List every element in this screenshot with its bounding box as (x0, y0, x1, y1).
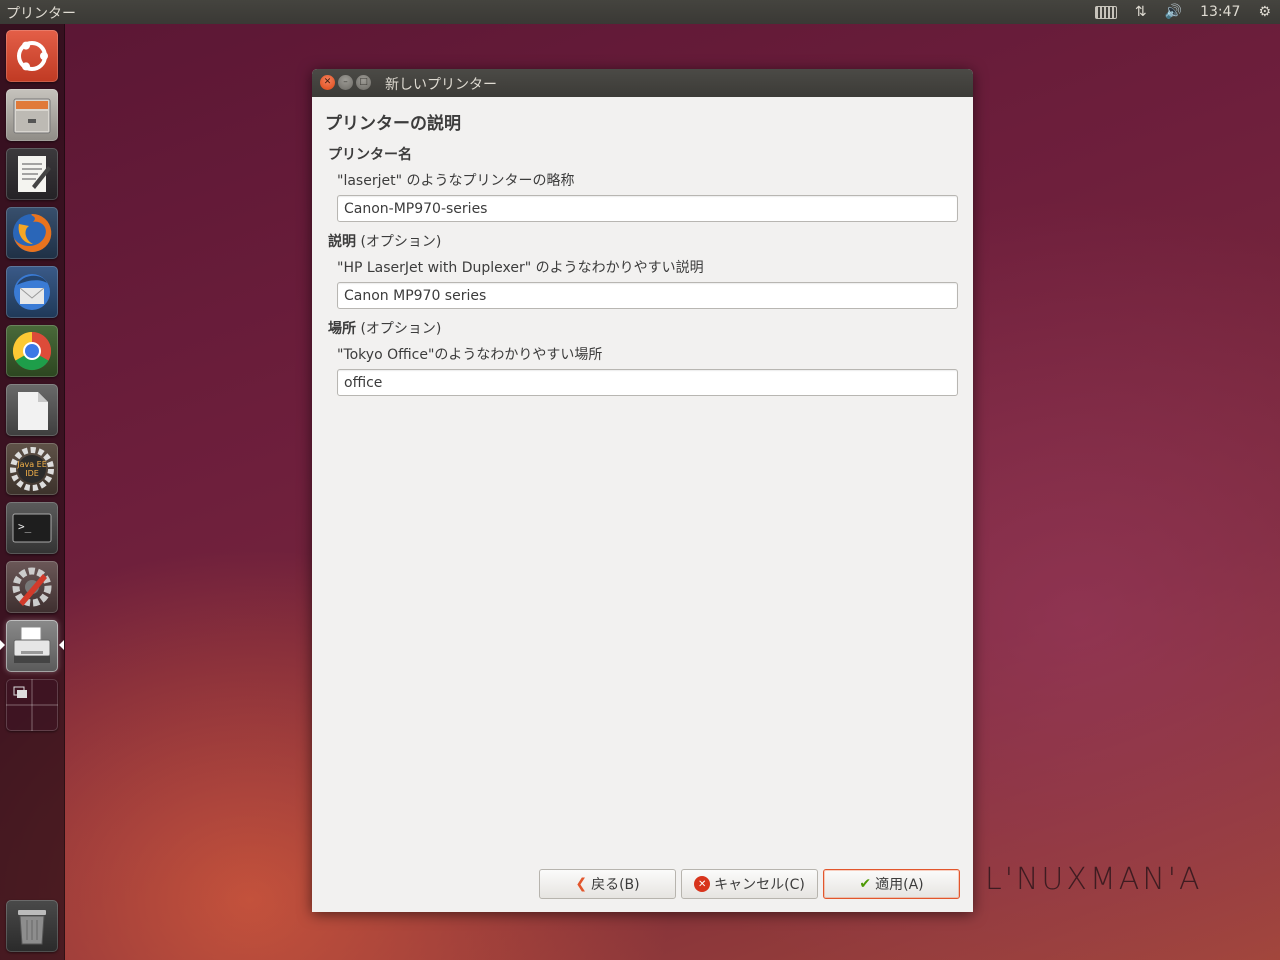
cancel-button[interactable]: ✕ キャンセル(C) (681, 869, 818, 899)
close-icon[interactable]: ✕ (320, 75, 335, 90)
printer-name-hint: "laserjet" のようなプリンターの略称 (337, 173, 575, 189)
active-app-title: プリンター (6, 6, 76, 22)
files-icon[interactable] (6, 89, 58, 141)
power-gear-icon[interactable]: ⚙ (1258, 4, 1271, 20)
cancel-icon: ✕ (694, 876, 711, 892)
keyboard-icon[interactable] (1094, 5, 1117, 19)
back-button-label: 戻る(B) (591, 877, 640, 893)
new-printer-dialog: ✕ – □ 新しいプリンター プリンターの説明 プリンター名 "laserjet… (312, 69, 973, 912)
dash-icon[interactable] (6, 30, 58, 82)
network-icon[interactable]: ⇅ (1135, 4, 1147, 20)
checkmark-icon: ✔ (859, 876, 872, 892)
apply-button-label: 適用(A) (875, 877, 924, 893)
description-label-text: 説明 (328, 234, 356, 250)
trash-icon[interactable] (6, 900, 58, 952)
printer-icon[interactable] (6, 620, 58, 672)
workspace-switcher-icon[interactable] (6, 679, 58, 731)
location-label: 場所 (オプション) (328, 318, 441, 338)
launcher: Java EE IDE >_ (0, 24, 65, 960)
clock[interactable]: 13:47 (1200, 4, 1240, 20)
maximize-icon[interactable]: □ (356, 75, 371, 90)
terminal-icon[interactable]: >_ (6, 502, 58, 554)
back-button[interactable]: ❮ 戻る(B) (539, 869, 676, 899)
svg-text:IDE: IDE (25, 469, 39, 478)
location-optional-text: (オプション) (360, 321, 442, 337)
printer-name-input[interactable] (337, 195, 958, 222)
location-input[interactable] (337, 369, 958, 396)
location-hint: "Tokyo Office"のようなわかりやすい場所 (337, 347, 603, 363)
printer-name-label: プリンター名 (328, 144, 412, 164)
description-hint: "HP LaserJet with Duplexer" のようなわかりやすい説明 (337, 260, 704, 276)
linuxmania-watermark: L'NUXMAN'A (985, 862, 1203, 897)
volume-icon[interactable]: 🔊 (1165, 4, 1182, 20)
chevron-left-icon: ❮ (575, 876, 588, 892)
svg-text:Java EE: Java EE (16, 460, 47, 469)
system-settings-icon[interactable] (6, 561, 58, 613)
indicator-area: ⇅ 🔊 13:47 ⚙ (1086, 0, 1280, 24)
launcher-focus-indicator (59, 640, 64, 650)
top-panel: プリンター ⇅ 🔊 13:47 ⚙ (0, 0, 1280, 24)
apply-button[interactable]: ✔ 適用(A) (823, 869, 960, 899)
minimize-icon[interactable]: – (338, 75, 353, 90)
description-input[interactable] (337, 282, 958, 309)
location-label-text: 場所 (328, 321, 356, 337)
firefox-icon[interactable] (6, 207, 58, 259)
svg-text:>_: >_ (18, 520, 32, 533)
eclipse-java-ee-icon[interactable]: Java EE IDE (6, 443, 58, 495)
printer-name-label-text: プリンター名 (328, 147, 412, 163)
launcher-active-indicator (0, 640, 5, 650)
libreoffice-icon[interactable] (6, 384, 58, 436)
description-optional-text: (オプション) (360, 234, 442, 250)
page-heading: プリンターの説明 (325, 114, 461, 134)
thunderbird-icon[interactable] (6, 266, 58, 318)
dialog-title: 新しいプリンター (385, 77, 497, 93)
text-editor-icon[interactable] (6, 148, 58, 200)
cancel-button-label: キャンセル(C) (714, 877, 805, 893)
description-label: 説明 (オプション) (328, 231, 441, 251)
chrome-icon[interactable] (6, 325, 58, 377)
dialog-titlebar[interactable]: ✕ – □ 新しいプリンター (312, 69, 973, 97)
